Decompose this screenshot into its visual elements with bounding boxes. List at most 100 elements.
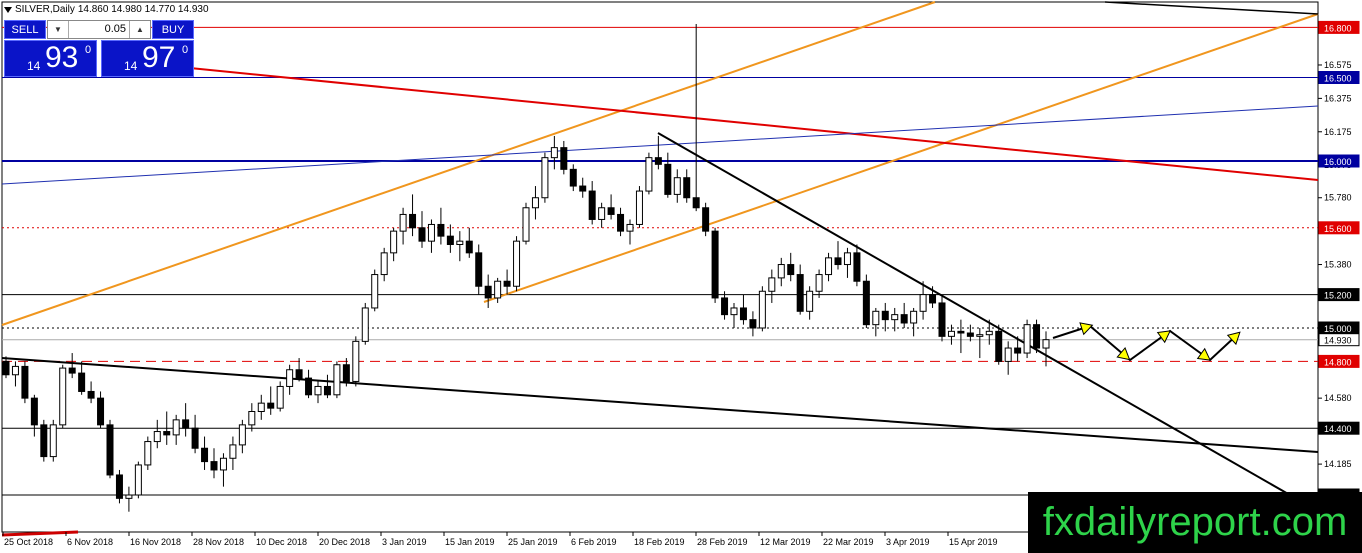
candle-body [49,424,57,458]
lot-decrease-icon[interactable]: ▼ [48,21,69,38]
candle-body [645,157,653,192]
price-tick-label: 14.185 [1324,459,1352,469]
sell-price-box[interactable]: 14 93 0 [4,40,97,77]
price-level-tag-label: 14.800 [1324,357,1352,367]
time-tick-label: 16 Nov 2018 [130,537,181,547]
candle-body [2,360,10,376]
sell-button[interactable]: SELL [4,20,46,39]
candle-body [569,168,577,187]
candle-body [607,207,615,215]
candle-body [806,290,814,312]
time-tick-label: 12 Mar 2019 [760,537,811,547]
candle-body [484,285,492,299]
time-tick-label: 10 Dec 2018 [256,537,307,547]
candle-body [323,385,331,396]
buy-price-box[interactable]: 14 97 0 [101,40,194,77]
candle-body [210,461,218,471]
price-chart[interactable]: 16.57516.37516.17515.97515.78015.58015.3… [0,0,1362,553]
candle-body [560,147,568,170]
time-tick-label: 22 Mar 2019 [823,537,874,547]
time-tick-label: 28 Nov 2018 [193,537,244,547]
buy-price-prefix: 14 [124,59,138,73]
candle-body [276,385,284,409]
candle-body [409,213,417,229]
candle-body [229,444,237,459]
lot-size-value[interactable]: 0.05 [70,23,126,35]
candle-body [579,185,587,192]
price-level-tag-label: 14.930 [1324,336,1352,346]
candle-body [257,402,265,412]
candle-body [361,307,369,342]
candle-body [390,230,398,254]
candle-body [654,157,662,165]
buy-price-fraction: 0 [182,44,189,56]
candle-body [380,252,388,276]
candle-body [730,307,738,316]
candle-body [825,257,833,276]
candle-body [30,397,38,426]
candle-body [834,257,842,266]
candle-body [342,364,350,382]
time-tick-label: 3 Apr 2019 [886,537,930,547]
time-tick-label: 6 Feb 2019 [571,537,617,547]
candle-body [673,177,681,195]
candle-body [314,385,322,396]
candle-body [957,330,965,334]
candle-body [900,314,908,324]
candle-body [371,274,379,309]
candle-body [702,207,710,232]
candle-body [333,364,341,396]
candle-body [475,252,483,287]
ohlc-values: 14.860 14.980 14.770 14.930 [77,4,209,15]
chart-symbol-title: SILVER,Daily 14.860 14.980 14.770 14.930 [4,4,209,15]
time-tick-label: 25 Oct 2018 [4,537,53,547]
candle-body [163,431,171,436]
candle-body [134,464,142,496]
price-tick-label: 14.580 [1324,393,1352,403]
buy-button[interactable]: BUY [152,20,194,39]
candle-body [68,367,76,374]
candle-body [929,294,937,304]
candle-body [418,227,426,242]
candle-body [862,280,870,326]
candle-body [78,372,86,392]
candle-body [739,307,747,321]
sell-price-prefix: 14 [27,59,41,73]
time-tick-label: 6 Nov 2018 [67,537,113,547]
one-click-trading-panel: SELL ▼ 0.05 ▲ BUY 14 93 0 14 97 0 [4,20,194,77]
candle-body [1014,347,1022,354]
candle-body [87,390,95,399]
lot-increase-icon[interactable]: ▲ [129,21,150,38]
price-tick-label: 15.780 [1324,193,1352,203]
candle-body [815,274,823,292]
candle-body [853,252,861,282]
candle-body [399,213,407,232]
candle-body [219,457,227,471]
candle-body [191,427,199,449]
sell-price-main: 93 [45,41,79,74]
price-tick-label: 16.575 [1324,60,1352,70]
lot-size-spinner[interactable]: ▼ 0.05 ▲ [47,20,151,39]
candle-body [456,240,464,246]
candle-body [267,402,275,409]
candle-body [891,314,899,321]
candle-body [40,424,48,458]
candle-body [513,240,521,287]
candle-body [938,302,946,337]
chart-window[interactable]: 16.57516.37516.17515.97515.78015.58015.3… [0,0,1362,553]
price-level-tag-label: 14.400 [1324,424,1352,434]
buy-price-main: 97 [142,41,176,74]
candle-body [777,264,785,279]
candle-body [617,213,625,232]
candle-body [1004,347,1012,362]
candle-body [768,277,776,292]
chart-menu-icon[interactable] [4,6,12,13]
sell-price-fraction: 0 [85,44,92,56]
price-tick-label: 15.380 [1324,260,1352,270]
candle-body [115,474,123,499]
candle-body [531,197,539,209]
candle-body [995,330,1003,362]
candle-body [172,419,180,436]
candle-body [305,377,313,396]
candle-body [503,280,511,287]
